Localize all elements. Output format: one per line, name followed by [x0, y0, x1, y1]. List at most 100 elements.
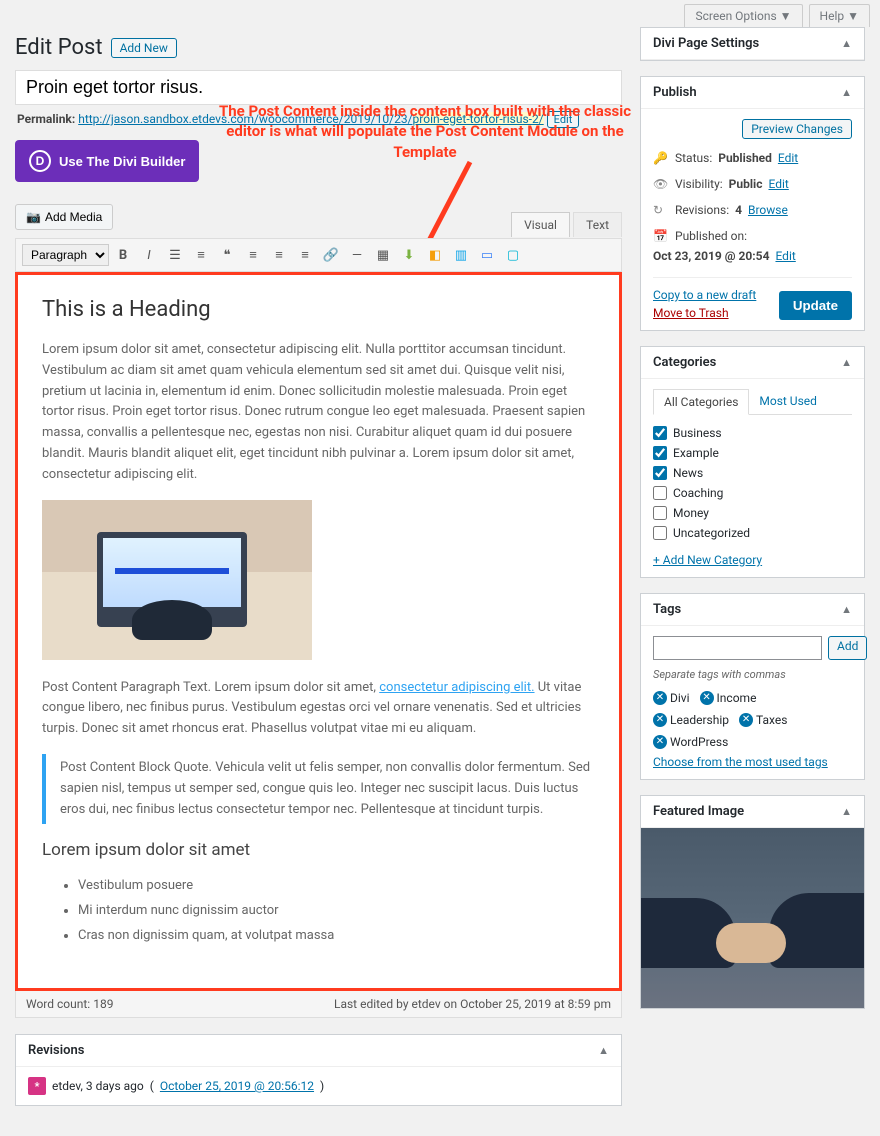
toolbar-toggle-icon[interactable]: ▦: [371, 243, 395, 267]
tag-chip[interactable]: ✕WordPress: [653, 735, 728, 749]
content-link[interactable]: consectetur adipiscing elit.: [379, 680, 534, 695]
help-tab[interactable]: Help ▼: [809, 4, 870, 27]
remove-tag-icon[interactable]: ✕: [653, 735, 667, 749]
calendar-icon: 📅: [653, 229, 669, 243]
category-label: Uncategorized: [673, 526, 750, 540]
copy-draft-link[interactable]: Copy to a new draft: [653, 288, 756, 302]
screen-options-tab[interactable]: Screen Options ▼: [684, 4, 802, 27]
category-checkbox[interactable]: [653, 466, 667, 480]
featured-image-thumbnail[interactable]: [641, 828, 864, 1008]
category-checkbox[interactable]: [653, 486, 667, 500]
tag-chip[interactable]: ✕Taxes: [739, 713, 787, 727]
visibility-edit-link[interactable]: Edit: [768, 177, 788, 191]
revisions-icon: ↻: [653, 203, 669, 217]
featured-image-title: Featured Image: [653, 804, 744, 819]
tag-input[interactable]: [653, 636, 822, 660]
add-category-link[interactable]: + Add New Category: [653, 553, 762, 567]
remove-tag-icon[interactable]: ✕: [739, 713, 753, 727]
remove-tag-icon[interactable]: ✕: [653, 713, 667, 727]
more-icon[interactable]: —: [345, 243, 369, 267]
eye-icon: 👁: [653, 177, 669, 191]
category-label: Coaching: [673, 486, 723, 500]
list-item: Mi interdum nunc dignissim auctor: [78, 899, 595, 924]
camera-icon: 📷: [26, 210, 41, 224]
bold-icon[interactable]: B: [111, 243, 135, 267]
visibility-value: Public: [729, 177, 763, 191]
permalink-link[interactable]: http://jason.sandbox.etdevs.com/woocomme…: [78, 112, 543, 126]
tag-chip[interactable]: ✕Leadership: [653, 713, 729, 727]
category-checkbox[interactable]: [653, 426, 667, 440]
tab-text[interactable]: Text: [573, 212, 622, 237]
categories-header[interactable]: Categories ▲: [641, 347, 864, 379]
categories-title: Categories: [653, 355, 716, 370]
format-select[interactable]: Paragraph: [22, 244, 109, 266]
box-icon[interactable]: ▭: [475, 243, 499, 267]
permalink-edit-button[interactable]: Edit: [547, 111, 580, 128]
category-item[interactable]: Business: [653, 423, 852, 443]
tag-note: Separate tags with commas: [653, 668, 852, 681]
add-new-button[interactable]: Add New: [111, 38, 177, 58]
columns-icon[interactable]: ▥: [449, 243, 473, 267]
bullet-list-icon[interactable]: ☰: [163, 243, 187, 267]
tag-chip[interactable]: ✕Divi: [653, 691, 690, 705]
align-right-icon[interactable]: ≡: [293, 243, 317, 267]
tab-most-used[interactable]: Most Used: [749, 389, 827, 414]
category-item[interactable]: Money: [653, 503, 852, 523]
tags-title: Tags: [653, 602, 681, 617]
category-checkbox[interactable]: [653, 506, 667, 520]
add-tag-button[interactable]: Add: [828, 636, 867, 660]
italic-icon[interactable]: I: [137, 243, 161, 267]
update-button[interactable]: Update: [779, 291, 852, 320]
remove-tag-icon[interactable]: ✕: [700, 691, 714, 705]
tag-label: Divi: [670, 691, 690, 705]
tab-all-categories[interactable]: All Categories: [653, 389, 749, 415]
choose-tags-link[interactable]: Choose from the most used tags: [653, 755, 828, 769]
tags-header[interactable]: Tags ▲: [641, 594, 864, 626]
content-list: Vestibulum posuere Mi interdum nunc dign…: [42, 874, 595, 948]
avatar: *: [28, 1077, 46, 1095]
revisions-browse-link[interactable]: Browse: [748, 203, 788, 217]
publish-header[interactable]: Publish ▲: [641, 77, 864, 109]
tab-visual[interactable]: Visual: [511, 212, 570, 237]
category-item[interactable]: Uncategorized: [653, 523, 852, 543]
divi-settings-header[interactable]: Divi Page Settings ▲: [641, 28, 864, 60]
quote-icon[interactable]: ❝: [215, 243, 239, 267]
editor-toolbar: Paragraph B I ☰ ≡ ❝ ≡ ≡ ≡ 🔗 — ▦ ⬇ ◧ ▥ ▭: [15, 238, 622, 272]
link-icon[interactable]: 🔗: [319, 243, 343, 267]
revision-item: * etdev, 3 days ago (October 25, 2019 @ …: [28, 1077, 609, 1095]
category-label: News: [673, 466, 703, 480]
post-title-input[interactable]: [15, 70, 622, 105]
move-trash-link[interactable]: Move to Trash: [653, 306, 756, 320]
last-edited: Last edited by etdev on October 25, 2019…: [334, 997, 611, 1011]
category-item[interactable]: Coaching: [653, 483, 852, 503]
split-icon[interactable]: ◧: [423, 243, 447, 267]
align-center-icon[interactable]: ≡: [267, 243, 291, 267]
featured-image-header[interactable]: Featured Image ▲: [641, 796, 864, 828]
tag-chip[interactable]: ✕Income: [700, 691, 757, 705]
published-edit-link[interactable]: Edit: [775, 249, 795, 263]
insert-shortcode-icon[interactable]: ⬇: [397, 243, 421, 267]
number-list-icon[interactable]: ≡: [189, 243, 213, 267]
tag-label: Income: [717, 691, 757, 705]
align-left-icon[interactable]: ≡: [241, 243, 265, 267]
category-item[interactable]: News: [653, 463, 852, 483]
revision-date-link[interactable]: October 25, 2019 @ 20:56:12: [160, 1079, 314, 1093]
revisions-header[interactable]: Revisions ▲: [16, 1035, 621, 1067]
list-item: Vestibulum posuere: [78, 874, 595, 899]
revisions-count: 4: [735, 203, 742, 217]
category-checkbox[interactable]: [653, 446, 667, 460]
divi-builder-button[interactable]: D Use The Divi Builder: [15, 140, 199, 182]
content-image-laptop: [42, 500, 312, 660]
editor-content[interactable]: This is a Heading Lorem ipsum dolor sit …: [15, 272, 622, 991]
category-item[interactable]: Example: [653, 443, 852, 463]
tag-label: Leadership: [670, 713, 729, 727]
image-icon[interactable]: ▢: [501, 243, 525, 267]
status-edit-link[interactable]: Edit: [778, 151, 798, 165]
remove-tag-icon[interactable]: ✕: [653, 691, 667, 705]
preview-changes-button[interactable]: Preview Changes: [742, 119, 852, 139]
divi-settings-title: Divi Page Settings: [653, 36, 759, 51]
divi-logo-icon: D: [29, 150, 51, 172]
word-count: 189: [93, 997, 113, 1011]
category-checkbox[interactable]: [653, 526, 667, 540]
add-media-button[interactable]: 📷 Add Media: [15, 204, 113, 230]
